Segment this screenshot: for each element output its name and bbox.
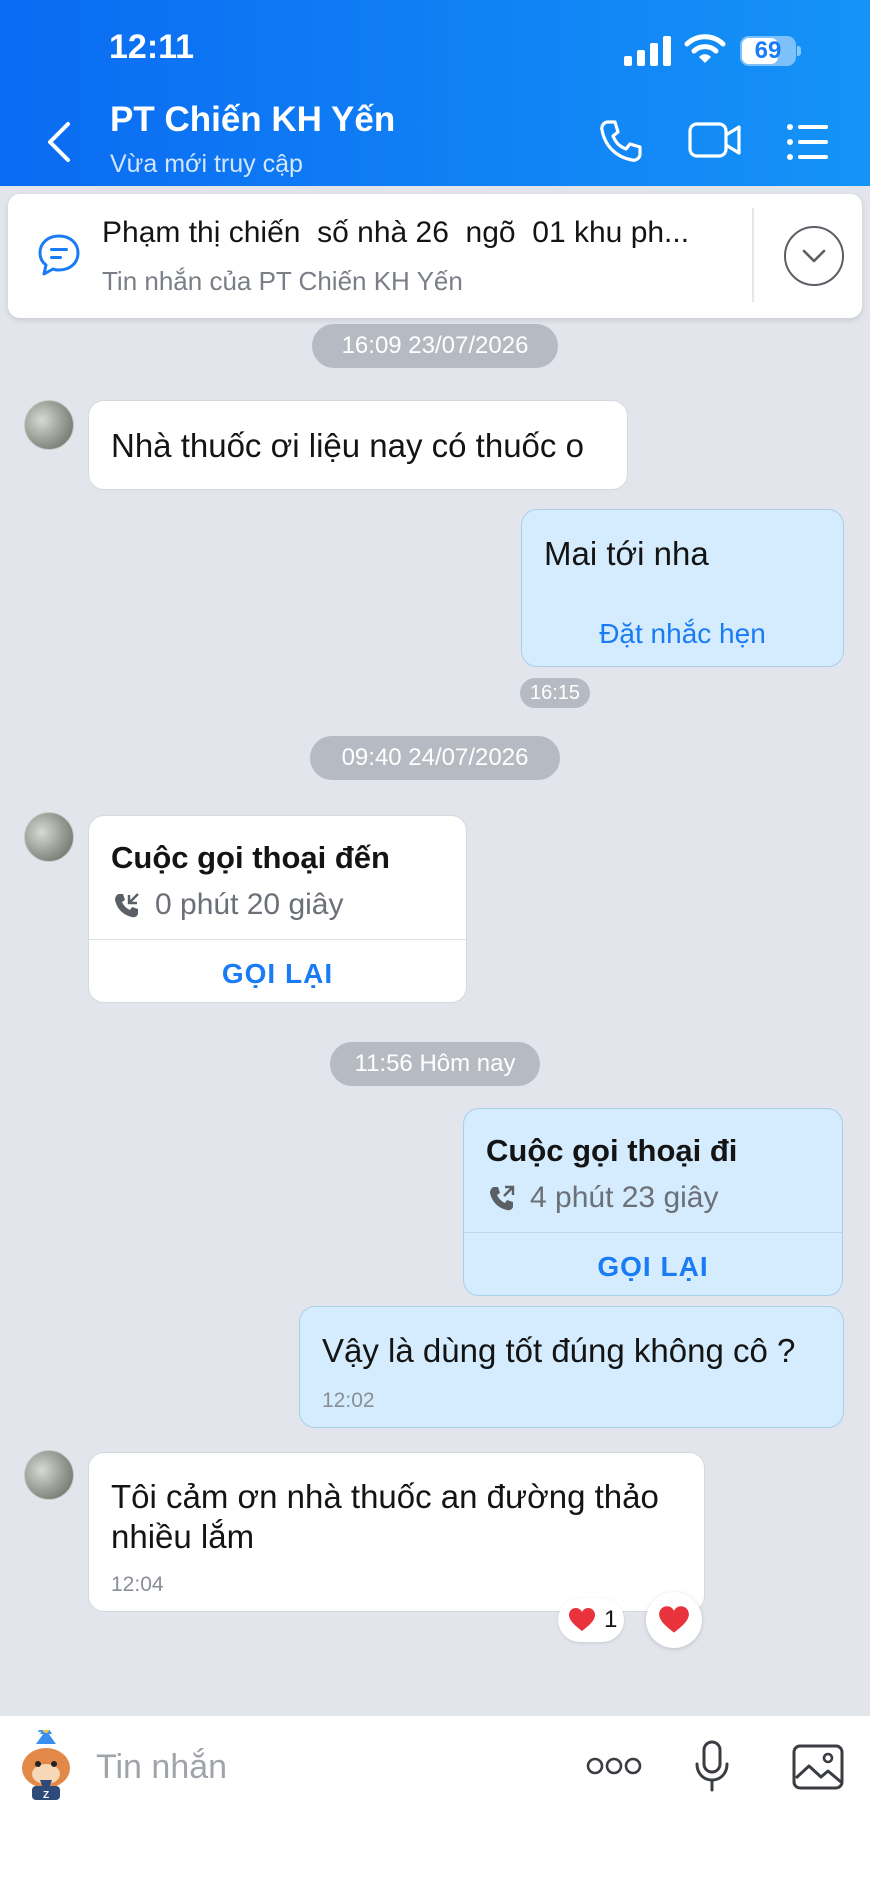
incoming-call-card[interactable]: Cuộc gọi thoại đến 0 phút 20 giây GỌI LẠ… (88, 815, 467, 1003)
set-reminder-link[interactable]: Đặt nhắc hẹn (522, 618, 843, 650)
image-icon[interactable] (792, 1744, 844, 1790)
incoming-call-icon (115, 893, 139, 918)
pinned-message-text: Phạm thị chiến số nhà 26 ngõ 01 khu ph..… (102, 216, 690, 249)
call-title: Cuộc gọi thoại đi (486, 1133, 738, 1168)
incoming-message[interactable]: Nhà thuốc ơi liệu nay có thuốc o (88, 400, 628, 490)
message-text: Mai tới nha (544, 535, 709, 572)
pinned-message-subtitle: Tin nhắn của PT Chiến KH Yến (102, 266, 463, 296)
call-card-divider (464, 1232, 842, 1233)
outgoing-message[interactable]: Vậy là dùng tốt đúng không cô ? 12:02 (299, 1306, 844, 1428)
contact-status: Vừa mới truy cập (110, 150, 303, 178)
date-separator: 09:40 24/07/2026 (310, 736, 560, 780)
call-card-divider (89, 939, 466, 940)
back-chevron-icon[interactable] (40, 118, 80, 166)
more-options-icon[interactable] (586, 1756, 642, 1776)
chat-bubble-icon (38, 234, 80, 276)
contact-avatar[interactable] (24, 400, 74, 450)
chat-header: 12:11 69 PT Chiến KH Yến Vừa mới truy cậ… (0, 0, 870, 186)
message-text: Nhà thuốc ơi liệu nay có thuốc o (111, 427, 584, 464)
phone-icon[interactable] (598, 118, 644, 164)
date-separator: 16:09 23/07/2026 (312, 324, 558, 368)
call-back-button[interactable]: GỌI LẠI (89, 958, 466, 990)
outgoing-call-icon (490, 1185, 515, 1211)
date-separator: 11:56 Hôm nay (330, 1042, 540, 1086)
message-time: 16:15 (520, 678, 590, 708)
contact-avatar[interactable] (24, 812, 74, 862)
heart-icon (659, 1606, 689, 1633)
chevron-down-icon (802, 249, 826, 263)
message-text: Vậy là dùng tốt đúng không cô ? (322, 1332, 796, 1369)
pinned-expand-button[interactable] (784, 226, 844, 286)
svg-text:Z: Z (43, 1790, 49, 1801)
microphone-icon[interactable] (694, 1740, 730, 1792)
pinned-divider (752, 208, 754, 302)
message-input[interactable] (96, 1742, 536, 1792)
outgoing-call-card[interactable]: Cuộc gọi thoại đi 4 phút 23 giây GỌI LẠI (463, 1108, 843, 1296)
incoming-message[interactable]: Tôi cảm ơn nhà thuốc an đường thảo nhiều… (88, 1452, 705, 1612)
call-duration: 4 phút 23 giây (530, 1181, 719, 1214)
contact-avatar[interactable] (24, 1450, 74, 1500)
pinned-message-banner[interactable]: Phạm thị chiến số nhà 26 ngõ 01 khu ph..… (8, 194, 862, 318)
message-time: 12:04 (111, 1573, 164, 1596)
sticker-icon[interactable]: Z (14, 1730, 78, 1802)
outgoing-message[interactable]: Mai tới nha Đặt nhắc hẹn (521, 509, 844, 667)
video-camera-icon[interactable] (688, 118, 742, 162)
call-title: Cuộc gọi thoại đến (111, 840, 390, 875)
cellular-signal-icon (624, 36, 671, 66)
menu-list-icon[interactable] (786, 122, 830, 162)
status-time: 12:11 (109, 28, 195, 66)
wifi-icon (684, 34, 726, 63)
reaction-summary[interactable]: 1 (558, 1598, 624, 1642)
message-text-line-2: nhiều lắm (111, 1518, 255, 1555)
battery-level: 69 (754, 37, 782, 64)
react-button[interactable] (646, 1592, 702, 1648)
call-back-button[interactable]: GỌI LẠI (464, 1251, 842, 1283)
message-text-line-1: Tôi cảm ơn nhà thuốc an đường thảo (111, 1478, 659, 1515)
call-duration: 0 phút 20 giây (155, 888, 344, 921)
contact-name[interactable]: PT Chiến KH Yến (110, 100, 395, 140)
heart-icon (569, 1608, 595, 1631)
message-time: 12:02 (322, 1389, 375, 1412)
battery-icon: 69 (740, 36, 802, 66)
reaction-count: 1 (604, 1606, 618, 1633)
